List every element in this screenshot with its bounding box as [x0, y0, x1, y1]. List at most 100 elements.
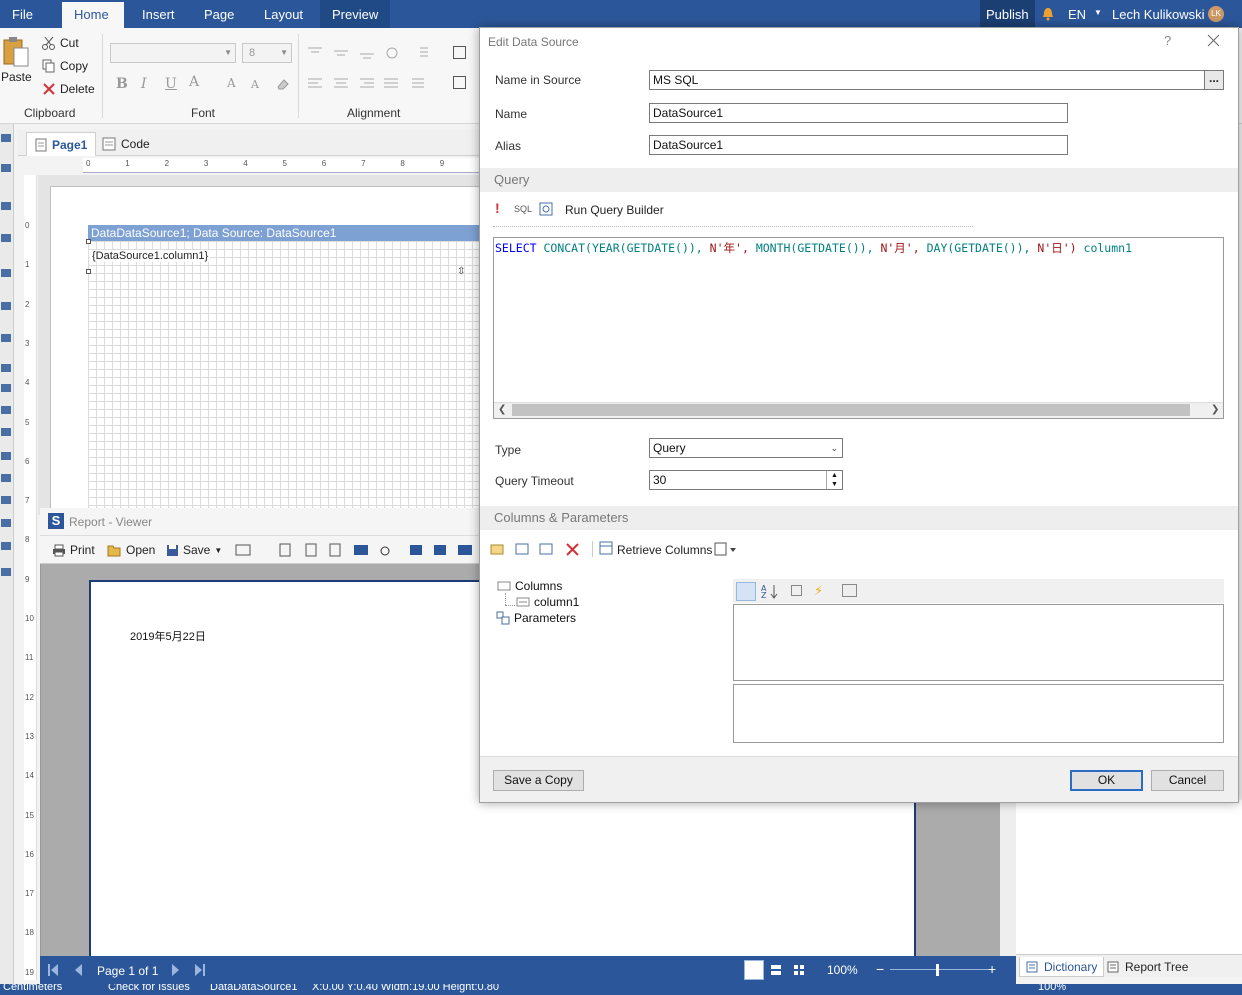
- copy-button[interactable]: Copy: [42, 59, 88, 73]
- underline-icon[interactable]: U: [165, 76, 177, 92]
- align-left-icon[interactable]: [308, 77, 432, 91]
- sort-alpha-icon[interactable]: AZ: [761, 583, 779, 599]
- font-color-icon[interactable]: A: [189, 74, 199, 90]
- properties-view-icon[interactable]: [791, 585, 802, 596]
- language-selector[interactable]: EN: [1056, 0, 1098, 28]
- paste-button[interactable]: Paste: [1, 70, 32, 84]
- selection-handle[interactable]: [86, 269, 91, 274]
- single-page-view-icon[interactable]: [744, 960, 764, 980]
- categorized-view-icon[interactable]: [736, 582, 756, 601]
- tree-line: [505, 605, 515, 606]
- vruler-tick: 6: [25, 456, 30, 466]
- data-band-header[interactable]: DataDataSource1; Data Source: DataSource…: [88, 225, 483, 241]
- tab-file[interactable]: File: [0, 0, 45, 28]
- tab-page1[interactable]: Page1: [26, 132, 97, 156]
- align-top-icon[interactable]: [308, 46, 428, 60]
- save-button[interactable]: Save ▼: [166, 543, 222, 557]
- publish-button[interactable]: Publish: [980, 0, 1035, 28]
- next-page-icon[interactable]: [172, 964, 180, 976]
- tab-code[interactable]: Code: [94, 132, 158, 156]
- border-box-icon[interactable]: [453, 46, 466, 59]
- tab-layout[interactable]: Layout: [252, 0, 315, 28]
- delete-button[interactable]: Delete: [42, 82, 95, 96]
- open-button[interactable]: Open: [107, 543, 155, 557]
- browse-button[interactable]: ...: [1204, 70, 1224, 90]
- text-component[interactable]: {DataSource1.column1}: [90, 250, 211, 262]
- name-field[interactable]: DataSource1: [649, 103, 1068, 123]
- italic-icon[interactable]: I: [141, 76, 147, 92]
- shrink-font-icon[interactable]: A: [251, 78, 259, 91]
- sql-scroll-thumb[interactable]: [512, 404, 1190, 416]
- tree-columns-node[interactable]: Columns: [497, 579, 562, 593]
- sql-text[interactable]: SELECT CONCAT(YEAR(GETDATE()), N'年', MON…: [495, 240, 1222, 256]
- cancel-button[interactable]: Cancel: [1151, 770, 1224, 791]
- stimulsoft-logo-icon: S: [48, 513, 64, 529]
- border-box-icon[interactable]: [453, 76, 466, 89]
- events-lightning-icon[interactable]: ⚡: [814, 583, 823, 599]
- tab-dictionary[interactable]: Dictionary: [1019, 957, 1105, 977]
- sql-editor[interactable]: [493, 237, 1224, 419]
- svg-text:Z: Z: [761, 591, 767, 599]
- cut-button[interactable]: Cut: [42, 36, 79, 50]
- multi-page-view-icon[interactable]: [793, 964, 805, 976]
- continuous-view-icon[interactable]: [770, 964, 782, 976]
- run-query-builder-button[interactable]: Run Query Builder: [565, 203, 664, 217]
- bold-icon[interactable]: B: [116, 76, 128, 92]
- vruler-tick: 15: [25, 810, 34, 820]
- help-button[interactable]: ?: [1164, 33, 1171, 48]
- sql-token: N'年',: [709, 241, 749, 255]
- property-grid[interactable]: [733, 604, 1224, 681]
- paste-icon[interactable]: [2, 36, 30, 70]
- last-page-icon[interactable]: [195, 964, 205, 976]
- query-timeout-field[interactable]: 30 ▲ ▼: [649, 470, 843, 490]
- resize-handle-icon[interactable]: ⇳: [457, 266, 465, 277]
- font-size-combo[interactable]: 8 ▼: [242, 43, 292, 63]
- zoom-out-icon[interactable]: −: [876, 961, 884, 977]
- name-label: Name: [495, 107, 528, 121]
- font-name-combo[interactable]: ▼: [110, 43, 236, 63]
- alias-field[interactable]: DataSource1: [649, 135, 1068, 155]
- tree-parameters-node[interactable]: Parameters: [496, 611, 576, 625]
- selection-handle[interactable]: [86, 239, 91, 244]
- zoom-in-icon[interactable]: +: [988, 961, 996, 977]
- close-icon[interactable]: [1207, 34, 1220, 47]
- data-band[interactable]: [88, 241, 483, 516]
- avatar[interactable]: LK: [1208, 6, 1224, 22]
- retrieve-columns-button[interactable]: Retrieve Columns: [617, 543, 712, 557]
- scroll-left-icon[interactable]: ❮: [498, 404, 506, 415]
- property-pages-icon[interactable]: [842, 584, 857, 597]
- column-options-icon[interactable]: [714, 542, 738, 556]
- sql-label[interactable]: SQL: [514, 204, 532, 214]
- scroll-right-icon[interactable]: ❯: [1211, 404, 1219, 415]
- tab-home[interactable]: Home: [62, 0, 124, 28]
- name-in-source-field[interactable]: MS SQL: [649, 70, 1205, 90]
- ok-button[interactable]: OK: [1070, 770, 1143, 791]
- parameters-icon: [496, 611, 510, 625]
- previous-page-icon[interactable]: [74, 964, 82, 976]
- first-page-icon[interactable]: [48, 964, 58, 976]
- type-chevron-icon: ⌄: [830, 443, 838, 453]
- user-name[interactable]: Lech Kulikowski: [1100, 0, 1217, 28]
- check-issues-button[interactable]: Check for Issues: [108, 984, 190, 993]
- bell-icon[interactable]: [1042, 7, 1054, 21]
- tab-insert[interactable]: Insert: [130, 0, 187, 28]
- units-selector[interactable]: Centimeters: [3, 984, 62, 993]
- toolbox-icons[interactable]: [0, 124, 14, 584]
- viewer-tool-icons[interactable]: [234, 542, 479, 558]
- eraser-icon[interactable]: [276, 78, 290, 90]
- tab-report-tree[interactable]: Report Tree: [1101, 957, 1194, 977]
- column-tool-icons[interactable]: [490, 541, 582, 557]
- save-copy-button[interactable]: Save a Copy: [493, 770, 584, 791]
- tree-column1-node[interactable]: column1: [516, 595, 579, 609]
- ribbon-separator: [298, 34, 299, 118]
- timeout-spinner-icon[interactable]: ▲ ▼: [826, 471, 842, 489]
- type-select[interactable]: Query ⌄: [649, 438, 843, 458]
- grow-font-icon[interactable]: A: [227, 76, 236, 90]
- designer-zoom-value: 100%: [1038, 984, 1067, 993]
- print-button[interactable]: Print: [52, 543, 95, 557]
- zoom-slider[interactable]: [890, 969, 990, 970]
- tab-preview[interactable]: Preview: [320, 0, 391, 28]
- tab-page[interactable]: Page: [192, 0, 246, 28]
- zoom-slider-thumb[interactable]: [936, 964, 939, 976]
